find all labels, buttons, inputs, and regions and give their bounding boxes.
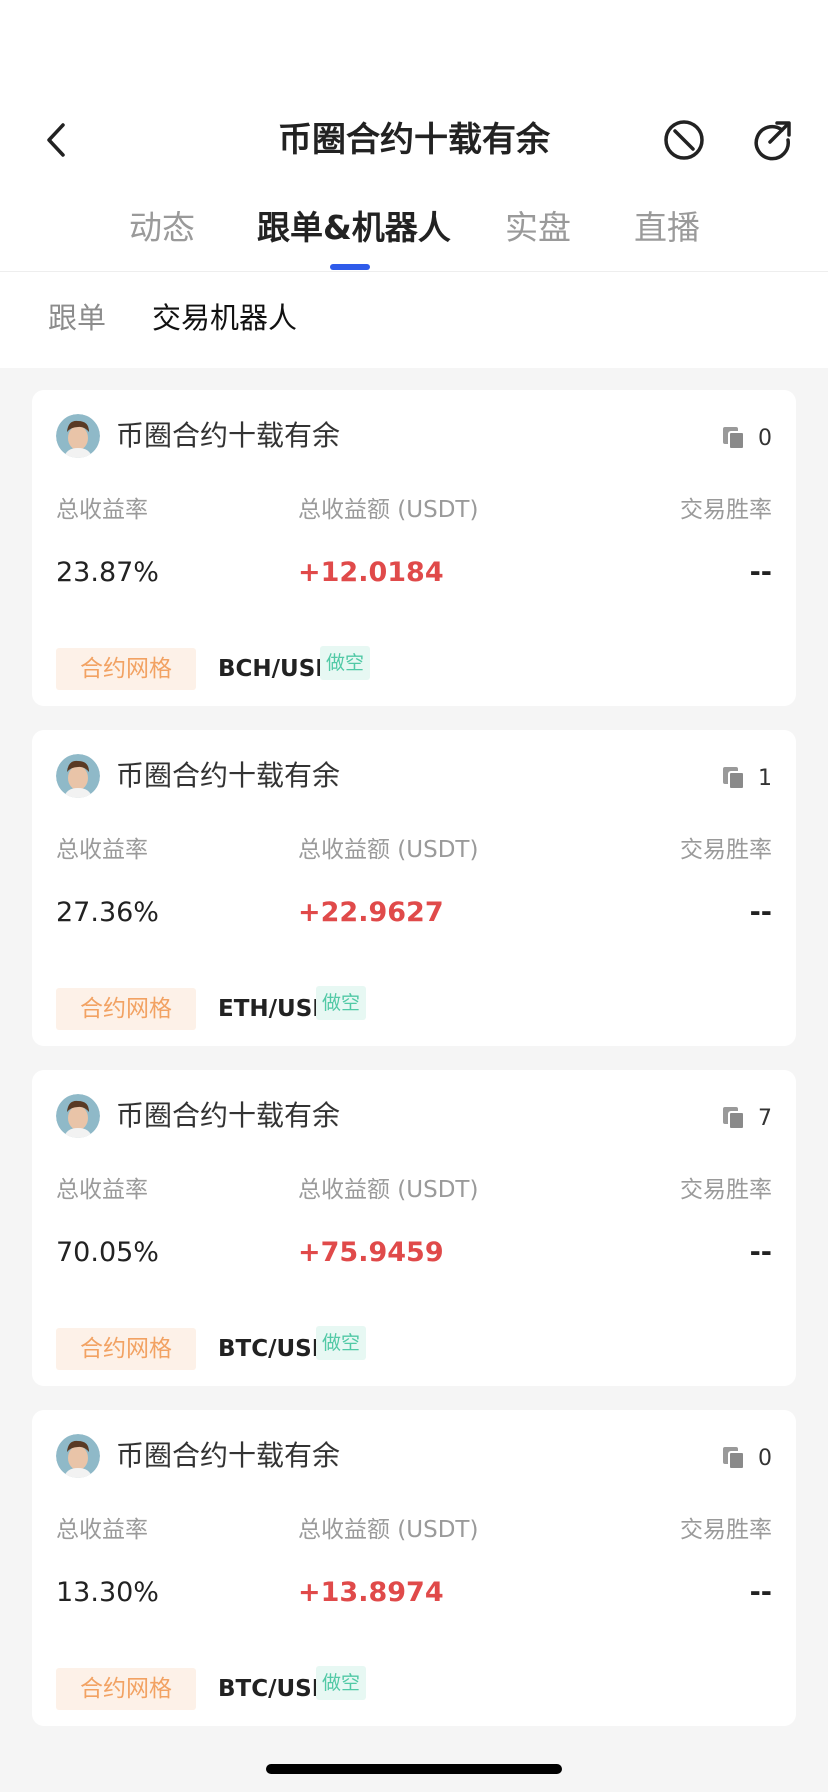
win-rate-value: -- <box>749 1237 772 1268</box>
main-tabs: 动态 跟单&机器人 实盘 直播 <box>0 200 828 272</box>
tab-feed[interactable]: 动态 <box>129 206 195 250</box>
strategy-type-tag: 合约网格 <box>56 648 196 690</box>
strategy-type-tag: 合约网格 <box>56 1328 196 1370</box>
total-return-rate-value: 27.36% <box>56 897 159 928</box>
avatar[interactable] <box>56 414 100 458</box>
total-return-amount-label: 总收益额 (USDT) <box>298 497 479 523</box>
tab-live-stream[interactable]: 直播 <box>634 206 700 250</box>
bot-card[interactable]: 币圈合约十载有余 7 总收益率 总收益额 (USDT) 交易胜率 70.05% … <box>32 1070 796 1386</box>
share-button[interactable] <box>748 116 796 164</box>
subtab-trading-bots[interactable]: 交易机器人 <box>152 298 297 338</box>
total-return-rate-label: 总收益率 <box>56 837 148 863</box>
copy-count: 7 <box>720 1100 772 1136</box>
bot-list: 币圈合约十载有余 0 总收益率 总收益额 (USDT) 交易胜率 23.87% … <box>32 390 796 1750</box>
total-return-amount-value: +13.8974 <box>298 1577 444 1608</box>
tab-copy-and-bots[interactable]: 跟单&机器人 <box>257 206 451 250</box>
total-return-amount-label: 总收益额 (USDT) <box>298 1177 479 1203</box>
tab-live-trading[interactable]: 实盘 <box>505 206 571 250</box>
trader-name: 币圈合约十载有余 <box>116 419 341 452</box>
direction-tag: 做空 <box>316 1326 367 1360</box>
trader-name: 币圈合约十载有余 <box>116 1099 341 1132</box>
direction-tag: 做空 <box>320 646 371 680</box>
total-return-rate-value: 23.87% <box>56 557 159 588</box>
copy-count-value: 7 <box>758 1105 772 1131</box>
total-return-rate-value: 70.05% <box>56 1237 159 1268</box>
win-rate-label: 交易胜率 <box>680 1517 772 1543</box>
copy-icon <box>723 767 745 790</box>
bot-card[interactable]: 币圈合约十载有余 0 总收益率 总收益额 (USDT) 交易胜率 23.87% … <box>32 390 796 706</box>
win-rate-value: -- <box>749 1577 772 1608</box>
block-icon <box>664 120 704 160</box>
total-return-rate-label: 总收益率 <box>56 497 148 523</box>
copy-count-value: 0 <box>758 1445 772 1471</box>
avatar[interactable] <box>56 754 100 798</box>
trader-name: 币圈合约十载有余 <box>116 759 341 792</box>
total-return-rate-value: 13.30% <box>56 1577 159 1608</box>
avatar[interactable] <box>56 1434 100 1478</box>
copy-count-value: 0 <box>758 425 772 451</box>
share-icon <box>754 121 791 161</box>
total-return-amount-value: +75.9459 <box>298 1237 444 1268</box>
total-return-amount-label: 总收益额 (USDT) <box>298 837 479 863</box>
bot-card[interactable]: 币圈合约十载有余 1 总收益率 总收益额 (USDT) 交易胜率 27.36% … <box>32 730 796 1046</box>
strategy-type-tag: 合约网格 <box>56 1668 196 1710</box>
block-button[interactable] <box>660 116 708 164</box>
copy-count: 0 <box>720 1440 772 1476</box>
strategy-type-tag: 合约网格 <box>56 988 196 1030</box>
win-rate-value: -- <box>749 897 772 928</box>
win-rate-label: 交易胜率 <box>680 497 772 523</box>
sub-tabs: 跟单 交易机器人 <box>0 272 828 368</box>
copy-count: 0 <box>720 420 772 456</box>
win-rate-value: -- <box>749 557 772 588</box>
active-tab-indicator <box>330 264 370 270</box>
direction-tag: 做空 <box>316 1666 367 1700</box>
copy-icon <box>723 1447 745 1470</box>
subtab-copy-trading[interactable]: 跟单 <box>48 298 106 338</box>
total-return-amount-label: 总收益额 (USDT) <box>298 1517 479 1543</box>
total-return-rate-label: 总收益率 <box>56 1177 148 1203</box>
copy-icon <box>723 427 745 450</box>
avatar[interactable] <box>56 1094 100 1138</box>
bot-card[interactable]: 币圈合约十载有余 0 总收益率 总收益额 (USDT) 交易胜率 13.30% … <box>32 1410 796 1726</box>
win-rate-label: 交易胜率 <box>680 1177 772 1203</box>
win-rate-label: 交易胜率 <box>680 837 772 863</box>
copy-icon <box>723 1107 745 1130</box>
trader-name: 币圈合约十载有余 <box>116 1439 341 1472</box>
total-return-rate-label: 总收益率 <box>56 1517 148 1543</box>
copy-count-value: 1 <box>758 765 772 791</box>
direction-tag: 做空 <box>316 986 367 1020</box>
home-indicator <box>266 1764 562 1774</box>
header: 币圈合约十载有余 <box>0 98 828 184</box>
copy-count: 1 <box>720 760 772 796</box>
total-return-amount-value: +12.0184 <box>298 557 444 588</box>
total-return-amount-value: +22.9627 <box>298 897 444 928</box>
